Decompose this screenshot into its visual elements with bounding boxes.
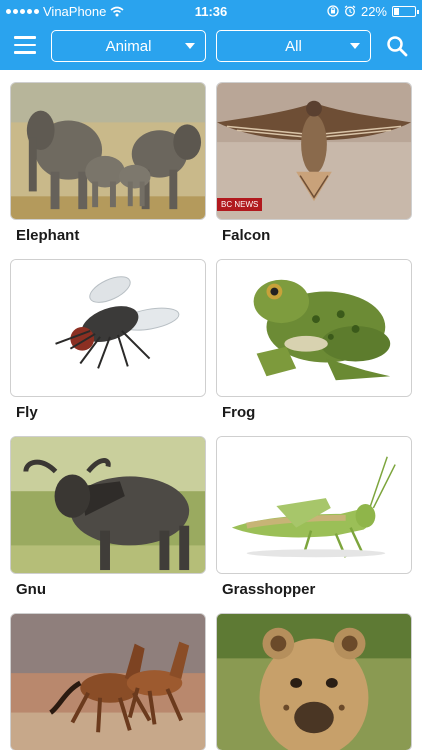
animal-name: Frog: [222, 404, 256, 421]
alarm-icon: [344, 5, 356, 17]
category-dropdown-value: Animal: [105, 37, 152, 55]
animal-name: Falcon: [222, 227, 271, 244]
category-dropdown[interactable]: Animal: [51, 30, 206, 62]
animal-card-elephant[interactable]: [10, 82, 206, 220]
frog-image: [217, 260, 411, 396]
animal-card-falcon[interactable]: BC NEWS: [216, 82, 412, 220]
grasshopper-image: [217, 437, 411, 573]
menu-icon[interactable]: [14, 36, 36, 54]
animal-name: Grasshopper: [222, 581, 316, 598]
filter-dropdown-value: All: [285, 37, 302, 55]
status-bar: VinaPhone 11:36 22%: [0, 0, 422, 22]
app-toolbar: Animal All: [0, 22, 422, 70]
search-icon[interactable]: [386, 35, 408, 57]
animal-card-hyena[interactable]: [216, 613, 412, 750]
rotation-lock-icon: [327, 5, 339, 17]
animal-name: Gnu: [16, 581, 46, 598]
battery-icon: [392, 5, 419, 17]
horse-image: [11, 614, 205, 750]
signal-icon: [6, 8, 39, 14]
chevron-down-icon: [185, 43, 195, 49]
elephant-image: [11, 83, 205, 219]
carrier-name: VinaPhone: [43, 3, 107, 19]
animal-name: Elephant: [16, 227, 80, 244]
animal-card-horse[interactable]: [10, 613, 206, 750]
gnu-image: [11, 437, 205, 573]
hyena-image: [217, 614, 411, 750]
animal-name: Fly: [16, 404, 38, 421]
wifi-icon: [110, 6, 124, 16]
chevron-down-icon: [350, 43, 360, 49]
animal-card-fly[interactable]: [10, 259, 206, 397]
news-badge: BC NEWS: [217, 198, 263, 211]
filter-dropdown[interactable]: All: [216, 30, 371, 62]
battery-percent: 22%: [360, 3, 387, 19]
fly-image: [11, 260, 205, 396]
animal-card-frog[interactable]: [216, 259, 412, 397]
animal-card-gnu[interactable]: [10, 436, 206, 574]
animal-card-grasshopper[interactable]: [216, 436, 412, 574]
